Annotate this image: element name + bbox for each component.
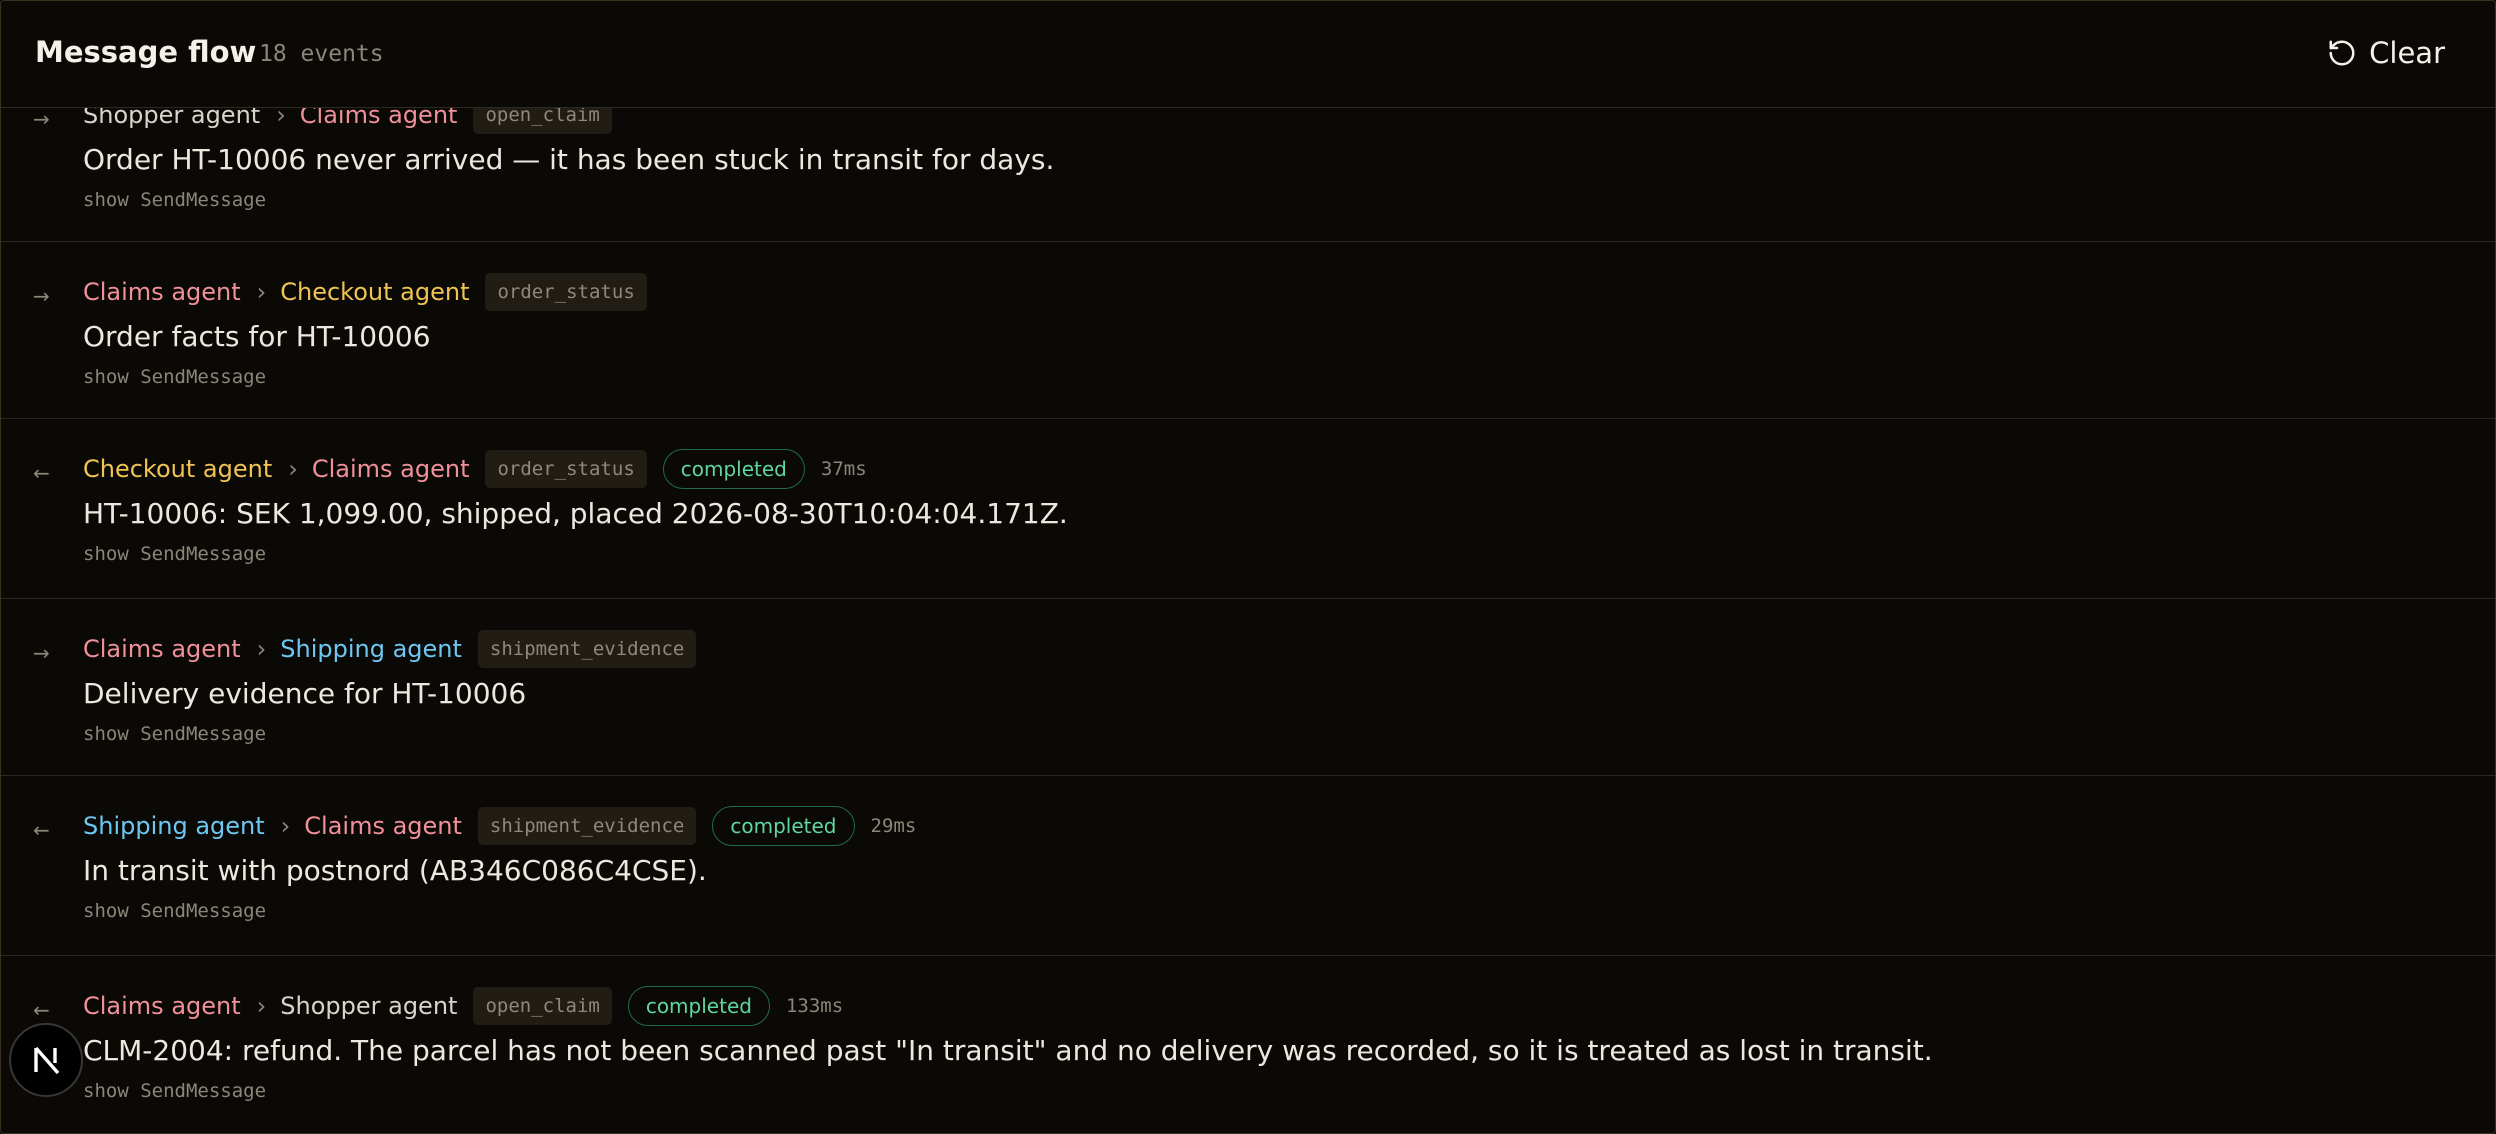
show-sendmessage-toggle[interactable]: show SendMessage (83, 366, 266, 388)
event-meta: Claims agent › Shipping agent shipment_e… (83, 629, 697, 669)
nextjs-logo-glyph (34, 1046, 60, 1075)
to-agent: Claims agent (311, 455, 470, 483)
duration-label: 29ms (870, 815, 917, 837)
from-agent: Claims agent (83, 992, 241, 1020)
nextjs-logo-icon[interactable] (9, 1023, 83, 1097)
to-agent: Checkout agent (280, 278, 470, 306)
show-sendmessage-toggle[interactable]: show SendMessage (83, 189, 266, 211)
event-row: → Claims agent › Shipping agent shipment… (1, 599, 2495, 776)
event-meta: Checkout agent › Claims agent order_stat… (83, 449, 867, 489)
tool-badge: shipment_evidence (477, 807, 697, 845)
event-row: → Claims agent › Checkout agent order_st… (1, 242, 2495, 419)
panel-title: Message flow (35, 35, 257, 69)
tool-badge: order_status (485, 273, 647, 311)
chevron-right-icon: › (280, 812, 291, 840)
message-text: Delivery evidence for HT-10006 (83, 677, 527, 710)
event-row: ← Shipping agent › Claims agent shipment… (1, 776, 2495, 956)
event-row: ← Claims agent › Shopper agent open_clai… (1, 956, 2495, 1132)
direction-arrow: ← (33, 461, 50, 485)
event-row: ← Checkout agent › Claims agent order_st… (1, 419, 2495, 599)
message-text: CLM-2004: refund. The parcel has not bee… (83, 1034, 1933, 1067)
clear-button[interactable]: Clear (2327, 33, 2445, 73)
event-meta: Claims agent › Shopper agent open_claim … (83, 986, 843, 1026)
event-count: 18 events (259, 41, 384, 67)
direction-arrow: → (33, 284, 50, 308)
message-text: Order HT-10006 never arrived — it has be… (83, 143, 1055, 176)
show-sendmessage-toggle[interactable]: show SendMessage (83, 1080, 266, 1102)
direction-arrow: ← (33, 998, 50, 1022)
tool-badge: order_status (485, 450, 647, 488)
tool-badge: shipment_evidence (477, 630, 697, 668)
clear-label: Clear (2369, 36, 2445, 70)
from-agent: Claims agent (83, 635, 241, 663)
chevron-right-icon: › (256, 278, 267, 306)
message-text: In transit with postnord (AB346C086C4CSE… (83, 854, 707, 887)
direction-arrow: → (33, 107, 50, 131)
to-agent: Shopper agent (280, 992, 458, 1020)
status-badge: completed (662, 449, 805, 489)
message-text: Order facts for HT-10006 (83, 320, 431, 353)
direction-arrow: ← (33, 818, 50, 842)
message-text: HT-10006: SEK 1,099.00, shipped, placed … (83, 497, 1068, 530)
to-agent: Claims agent (304, 812, 462, 840)
status-badge: completed (627, 986, 770, 1026)
from-agent: Claims agent (83, 278, 241, 306)
panel-header: Message flow 18 events Clear (1, 1, 2495, 108)
from-agent: Checkout agent (83, 455, 273, 483)
event-list: → Shopper agent › Claims agent open_clai… (1, 65, 2495, 1132)
event-meta: Shipping agent › Claims agent shipment_e… (83, 806, 916, 846)
tool-badge: open_claim (473, 987, 612, 1025)
direction-arrow: → (33, 641, 50, 665)
rotate-ccw-icon (2329, 40, 2355, 66)
to-agent: Shipping agent (280, 635, 462, 663)
show-sendmessage-toggle[interactable]: show SendMessage (83, 723, 266, 745)
show-sendmessage-toggle[interactable]: show SendMessage (83, 543, 266, 565)
chevron-right-icon: › (256, 992, 267, 1020)
chevron-right-icon: › (288, 455, 298, 483)
event-meta: Claims agent › Checkout agent order_stat… (83, 272, 647, 312)
from-agent: Shipping agent (83, 812, 265, 840)
duration-label: 37ms (820, 458, 867, 480)
status-badge: completed (712, 806, 855, 846)
chevron-right-icon: › (256, 635, 267, 663)
message-flow-panel: → Shopper agent › Claims agent open_clai… (0, 0, 2496, 1134)
show-sendmessage-toggle[interactable]: show SendMessage (83, 900, 266, 922)
duration-label: 133ms (785, 995, 844, 1017)
